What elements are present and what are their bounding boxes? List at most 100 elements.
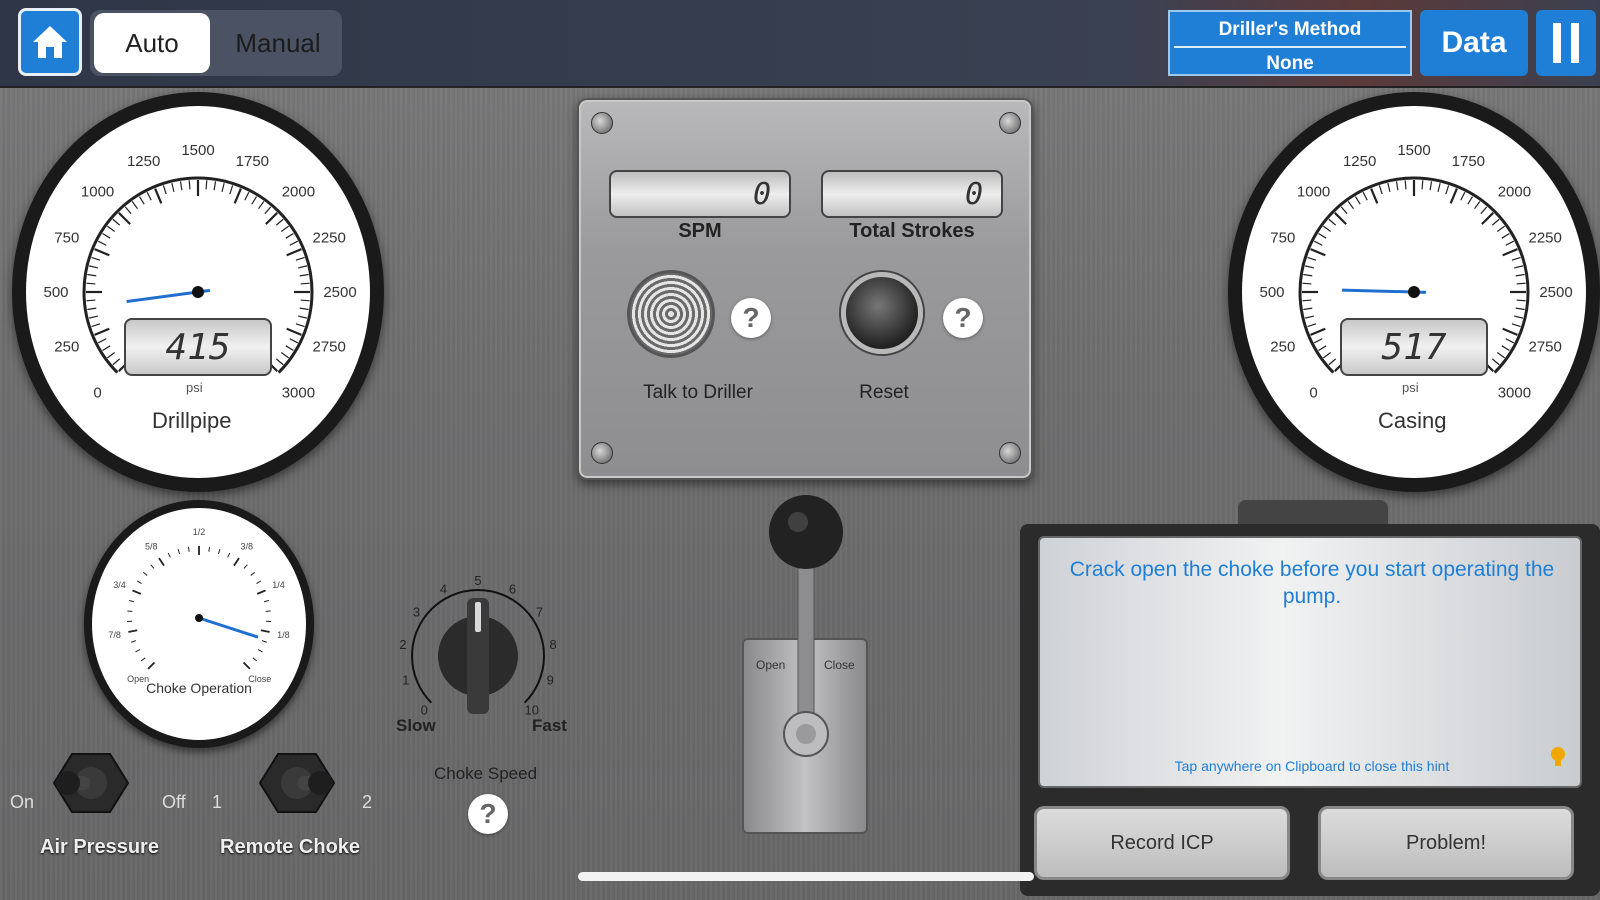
- gauge-tick-label: 250: [54, 338, 79, 355]
- gauge-tick: [1429, 181, 1433, 191]
- gauge-tick: [102, 232, 111, 239]
- choke-lever[interactable]: [756, 494, 856, 774]
- gauge-tick: [289, 240, 299, 246]
- knob-tick-label: 9: [547, 672, 554, 687]
- manual-mode-button[interactable]: Manual: [218, 13, 338, 73]
- gauge-tick: [1370, 188, 1379, 204]
- choke-operation-dial: Open7/83/45/81/23/81/41/8Close: [108, 527, 289, 684]
- auto-mode-button[interactable]: Auto: [94, 13, 210, 73]
- gauge-tick: [146, 191, 152, 201]
- talk-help-icon[interactable]: ?: [731, 298, 771, 338]
- gauge-tick-label: 1500: [181, 142, 214, 159]
- record-icp-button[interactable]: Record ICP: [1034, 806, 1290, 880]
- panel-screw: [999, 112, 1021, 134]
- gauge-tick: [1445, 185, 1450, 195]
- hint-close-text: Tap anywhere on Clipboard to close this …: [1174, 758, 1450, 774]
- remote-choke-toggle[interactable]: [258, 752, 336, 814]
- choke-tick-label: 1/4: [272, 580, 285, 590]
- gauge-tick: [87, 273, 97, 277]
- gauge-tick: [1318, 232, 1327, 239]
- panel-screw: [999, 442, 1021, 464]
- gauge-tick: [300, 299, 310, 302]
- gauge-tick: [118, 212, 131, 225]
- gauge-tick: [91, 323, 101, 328]
- gauge-tick: [188, 180, 191, 190]
- gauge-tick: [131, 201, 138, 210]
- gauge-tick: [97, 240, 107, 246]
- gauge-tick: [1302, 282, 1312, 285]
- clipboard[interactable]: Crack open the choke before you start op…: [1020, 524, 1600, 896]
- air-pressure-toggle[interactable]: [52, 752, 130, 814]
- gauge-tick: [1307, 256, 1317, 261]
- total-strokes-label: Total Strokes: [849, 220, 975, 242]
- reset-label: Reset: [859, 382, 909, 403]
- gauge-tick-label: 1250: [127, 153, 160, 170]
- casing-label: Casing: [1378, 408, 1447, 433]
- gauge-tick: [138, 196, 145, 205]
- gauge-tick: [251, 196, 258, 205]
- choke-tick: [256, 589, 266, 595]
- choke-speed-knob[interactable]: 012345678910: [390, 568, 590, 738]
- hint-panel[interactable]: Crack open the choke before you start op…: [1038, 536, 1582, 788]
- gauge-tick: [1303, 307, 1313, 311]
- pump-control-panel: 0 SPM 0 Total Strokes ? Talk to Driller …: [577, 98, 1033, 480]
- gauge-tick: [1491, 218, 1500, 226]
- gauge-tick: [1304, 265, 1314, 269]
- pause-button[interactable]: [1536, 10, 1596, 76]
- gauge-tick-label: 1000: [1297, 184, 1330, 201]
- gauge-tick-label: 750: [54, 230, 79, 247]
- choke-speed-slow-label: Slow: [396, 716, 436, 735]
- talk-to-driller-button[interactable]: [627, 270, 715, 358]
- choke-hub: [195, 614, 203, 622]
- gauge-tick: [94, 327, 110, 336]
- choke-simulator-app: Auto Manual Driller's Method None Data 0…: [0, 0, 1600, 900]
- choke-tick-label: 1/2: [193, 527, 206, 537]
- drillpipe-unit: psi: [186, 380, 203, 395]
- home-button[interactable]: [18, 8, 82, 76]
- choke-tick: [129, 600, 135, 603]
- spm-display: 0: [609, 170, 791, 218]
- gauge-tick: [171, 182, 175, 192]
- gauge-tick-label: 1750: [236, 153, 269, 170]
- choke-tick: [158, 557, 165, 567]
- choke-tick-label: 5/8: [145, 541, 158, 551]
- choke-tick: [132, 589, 142, 595]
- problem-button[interactable]: Problem!: [1318, 806, 1574, 880]
- gauge-tick: [1313, 338, 1323, 344]
- choke-speed-help-icon[interactable]: ?: [468, 794, 508, 834]
- gauge-tick: [286, 248, 302, 257]
- gauge-tick: [299, 307, 309, 311]
- gauge-tick-label: 3000: [282, 384, 315, 401]
- gauge-tick: [300, 282, 310, 285]
- choke-tick: [242, 661, 251, 670]
- data-button[interactable]: Data: [1420, 10, 1528, 76]
- drillpipe-label: Drillpipe: [152, 408, 232, 433]
- choke-tick: [136, 580, 142, 584]
- air-pressure-label: Air Pressure: [40, 836, 159, 858]
- choke-tick: [135, 649, 141, 653]
- gauge-tick: [1303, 273, 1313, 277]
- method-selector[interactable]: Driller's Method None: [1168, 10, 1412, 76]
- gauge-tick: [299, 273, 309, 277]
- choke-tick: [257, 649, 263, 653]
- gauge-tick: [1310, 327, 1326, 336]
- gauge-tick-label: 250: [1270, 338, 1295, 355]
- gauge-tick: [244, 191, 250, 201]
- gauge-tick: [124, 206, 132, 215]
- reset-help-icon[interactable]: ?: [943, 298, 983, 338]
- gauge-tick-label: 2500: [323, 284, 356, 301]
- gauge-tick-label: 500: [1259, 284, 1284, 301]
- choke-tick: [187, 546, 190, 552]
- choke-operation-label: Choke Operation: [146, 680, 252, 696]
- knob-tick-label: 3: [413, 604, 420, 619]
- choke-tick: [217, 548, 221, 555]
- casing-readout: 517: [1340, 318, 1488, 376]
- panel-screw: [591, 442, 613, 464]
- air-pressure-off-label: Off: [162, 792, 186, 812]
- gauge-tick: [1437, 182, 1441, 192]
- choke-tick-label: 7/8: [108, 630, 121, 640]
- reset-button[interactable]: [841, 272, 923, 354]
- gauge-tick: [86, 299, 96, 302]
- drillpipe-readout: 415: [124, 318, 272, 376]
- gauge-tick: [112, 358, 121, 366]
